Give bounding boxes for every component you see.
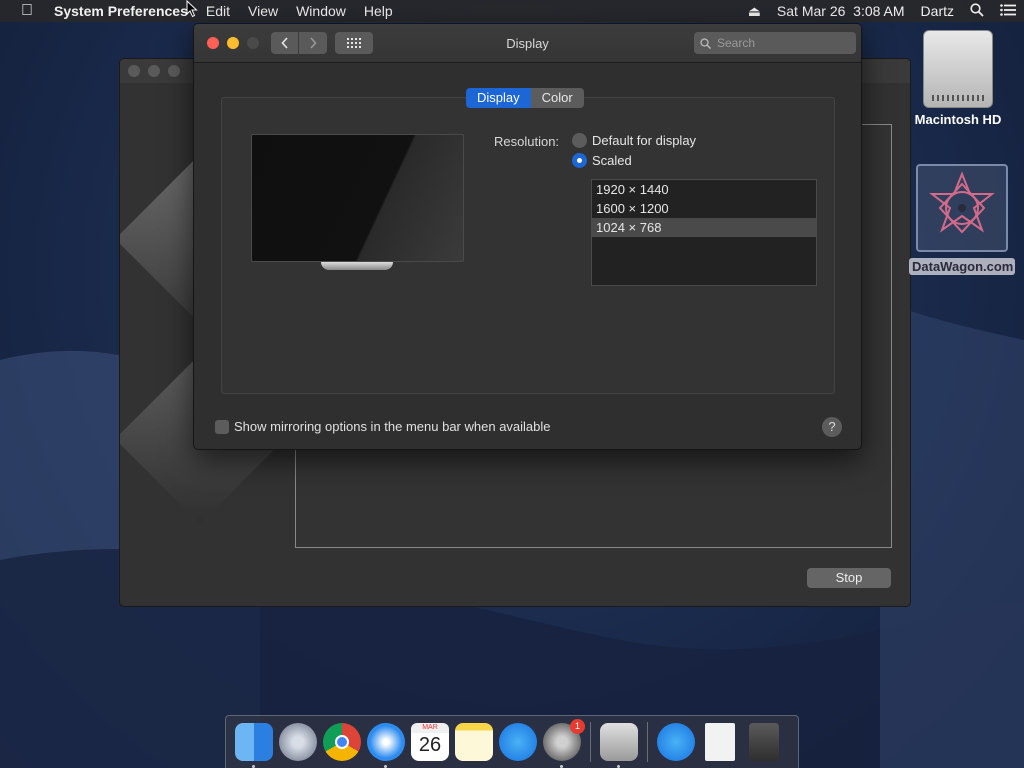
tab-color[interactable]: Color: [530, 88, 584, 108]
dock: MAR 26 1: [225, 715, 799, 768]
apple-icon[interactable]: : [0, 2, 54, 20]
menu-app-name[interactable]: System Preferences: [54, 3, 197, 19]
eject-icon[interactable]: ⏏: [740, 3, 769, 20]
dock-separator: [647, 722, 648, 762]
resolution-label: Resolution:: [494, 134, 560, 149]
tab-display[interactable]: Display: [466, 88, 531, 108]
dock-notes-icon[interactable]: [455, 723, 493, 761]
calendar-month: MAR: [411, 723, 449, 733]
dock-separator: [590, 722, 591, 762]
menu-user[interactable]: Dartz: [913, 3, 962, 19]
menu-edit[interactable]: Edit: [197, 3, 239, 19]
radio-default-label: Default for display: [592, 133, 697, 148]
desktop-icon-datawagon[interactable]: DataWagon.com: [909, 164, 1015, 275]
search-placeholder: Search: [717, 36, 756, 50]
resolution-item[interactable]: 1920 × 1440: [592, 180, 816, 199]
bg-minimize-icon[interactable]: [148, 65, 160, 77]
menu-bar:  System Preferences Edit View Window He…: [0, 0, 1024, 22]
resolution-list[interactable]: 1920 × 1440 1600 × 1200 1024 × 768: [591, 179, 817, 286]
mirroring-checkbox[interactable]: [215, 419, 229, 434]
spotlight-icon[interactable]: [962, 2, 992, 20]
bg-zoom-icon[interactable]: [168, 65, 180, 77]
monitor-preview: [251, 134, 464, 262]
mirroring-label: Show mirroring options in the menu bar w…: [234, 419, 551, 434]
menu-window[interactable]: Window: [287, 3, 355, 19]
menu-help[interactable]: Help: [355, 3, 402, 19]
dock-system-preferences-icon[interactable]: 1: [543, 719, 585, 768]
radio-button-selected[interactable]: [572, 153, 587, 168]
display-preferences-window[interactable]: Display Search Display Color Resolution:…: [193, 23, 862, 450]
stop-button[interactable]: Stop: [807, 568, 891, 588]
resolution-item[interactable]: 1600 × 1200: [592, 199, 816, 218]
notification-center-icon[interactable]: [992, 3, 1024, 19]
resolution-item-selected[interactable]: 1024 × 768: [592, 218, 816, 237]
dock-launchpad-icon[interactable]: [279, 723, 317, 761]
search-icon: [700, 37, 711, 49]
radio-button[interactable]: [572, 133, 587, 148]
notification-badge: 1: [570, 719, 585, 734]
bg-close-icon[interactable]: [128, 65, 140, 77]
mouse-cursor-icon: [186, 0, 198, 18]
desktop-icon-label: DataWagon.com: [909, 258, 1015, 275]
tab-bar: Display Color: [466, 88, 584, 108]
radio-scaled[interactable]: Scaled: [572, 153, 632, 168]
dock-boot-camp-icon[interactable]: [600, 723, 638, 768]
dock-chrome-icon[interactable]: [323, 723, 361, 761]
desktop-icon-macintosh-hd[interactable]: Macintosh HD: [908, 30, 1008, 127]
help-button[interactable]: ?: [822, 417, 842, 437]
dock-safari-icon[interactable]: [367, 723, 405, 768]
mirroring-option[interactable]: Show mirroring options in the menu bar w…: [215, 419, 551, 434]
desktop-icon-label: Macintosh HD: [914, 112, 1002, 127]
monitor-stand: [321, 262, 393, 270]
menu-clock[interactable]: Sat Mar 26 3:08 AM: [769, 3, 913, 19]
radio-scaled-label: Scaled: [592, 153, 632, 168]
dock-finder-icon[interactable]: [235, 723, 273, 768]
dock-trash-icon[interactable]: [749, 723, 779, 761]
datawagon-icon: [916, 164, 1008, 252]
dock-downloads-app-store-icon[interactable]: [657, 723, 695, 761]
menu-view[interactable]: View: [239, 3, 287, 19]
search-field[interactable]: Search: [694, 32, 856, 54]
radio-default-for-display[interactable]: Default for display: [572, 133, 696, 148]
dock-app-store-icon[interactable]: [499, 723, 537, 761]
dock-document-icon[interactable]: [705, 723, 735, 761]
window-titlebar[interactable]: Display Search: [194, 24, 861, 63]
dock-calendar-icon[interactable]: MAR 26: [411, 723, 449, 761]
calendar-day: 26: [418, 734, 442, 756]
hard-drive-icon: [923, 30, 993, 108]
